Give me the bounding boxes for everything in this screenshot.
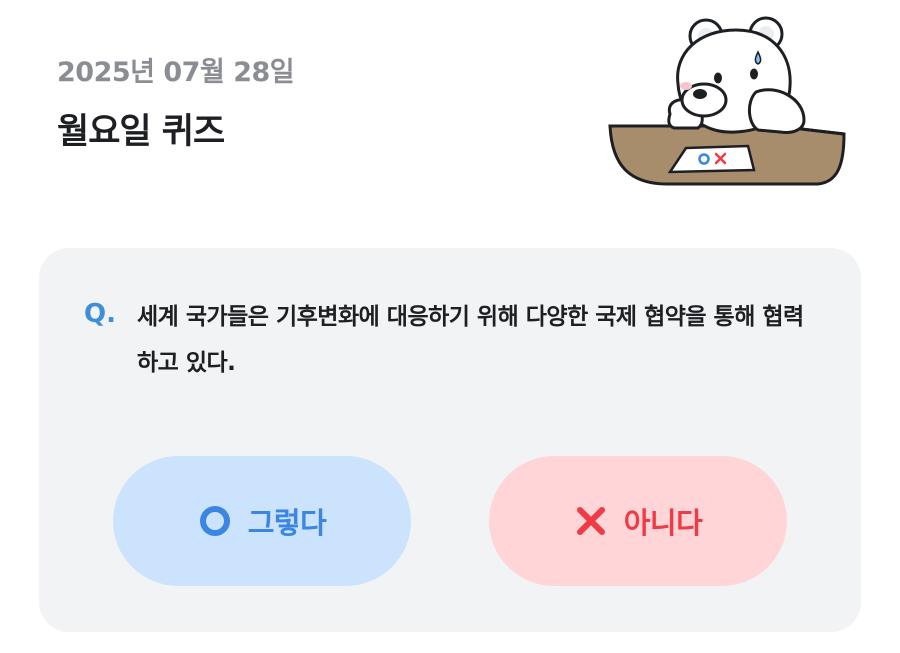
answer-yes-label: 그렇다 bbox=[247, 506, 327, 540]
question-mark-label: Q. bbox=[84, 299, 116, 329]
quiz-page: 2025년 07월 28일 월요일 퀴즈 Q. 세계 국가들은 기후변화에 대응… bbox=[0, 0, 900, 653]
quiz-card: Q. 세계 국가들은 기후변화에 대응하기 위해 다양한 국제 협약을 통해 협… bbox=[39, 248, 861, 632]
x-mark-icon bbox=[576, 507, 605, 535]
answer-yes-button[interactable]: 그렇다 bbox=[113, 456, 411, 586]
polar-bear-mascot-icon bbox=[608, 16, 846, 186]
question-text: 세계 국가들은 기후변화에 대응하기 위해 다양한 국제 협약을 통해 협력하고… bbox=[137, 304, 804, 376]
answer-no-button[interactable]: 아니다 bbox=[489, 456, 787, 586]
quiz-date: 2025년 07월 28일 bbox=[57, 57, 295, 88]
circle-o-icon bbox=[199, 506, 230, 536]
page-title: 월요일 퀴즈 bbox=[57, 112, 225, 152]
answer-no-label: 아니다 bbox=[623, 506, 703, 540]
